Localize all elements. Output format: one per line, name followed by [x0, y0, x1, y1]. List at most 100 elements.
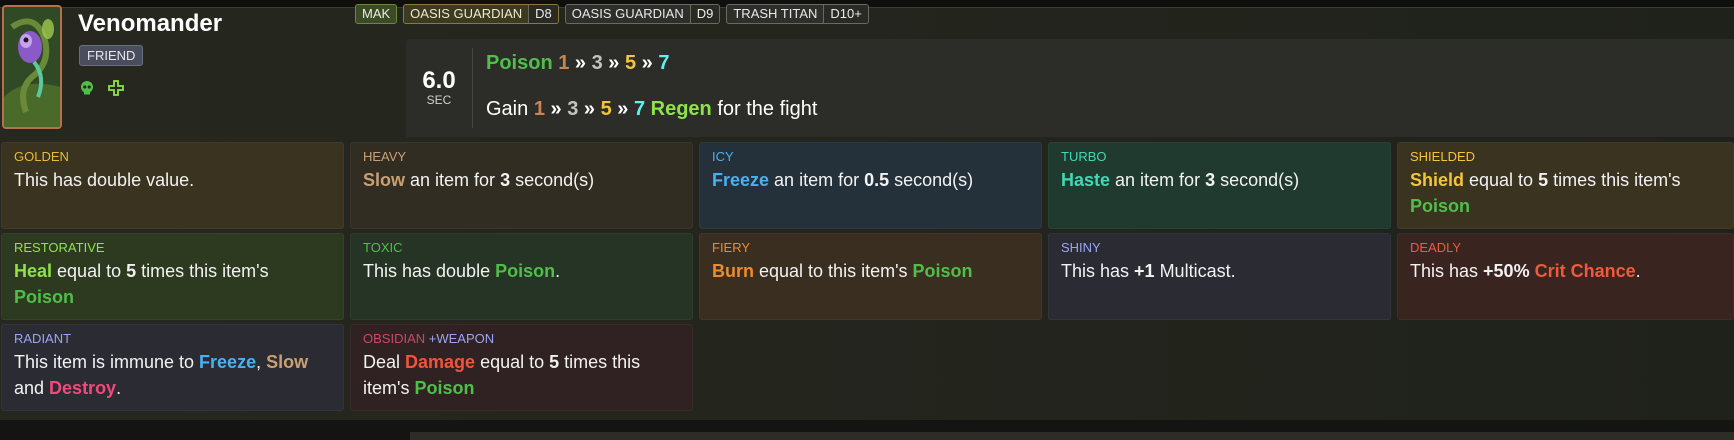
keyword-slow: Slow	[363, 170, 406, 190]
keyword-crit-chance: Crit Chance	[1534, 261, 1636, 281]
plus-icon	[108, 80, 124, 96]
text: equal to	[52, 261, 127, 281]
enchant-turbo: TURBO Haste an item for 3 second(s)	[1048, 142, 1391, 229]
venomander-art	[4, 7, 60, 127]
text: an item for	[769, 170, 865, 190]
enchant-golden: GOLDEN This has double value.	[1, 142, 344, 229]
tag-level: D9	[689, 5, 720, 23]
ability-prefix: Gain	[486, 98, 529, 120]
value: 5	[126, 261, 137, 281]
tag-label: OASIS GUARDIAN	[571, 6, 684, 21]
tier-sep: »	[574, 52, 587, 74]
keyword-poison: Poison	[912, 261, 973, 281]
keyword-shield: Shield	[1410, 170, 1465, 190]
tier-gold: 5	[600, 98, 612, 120]
tag-oasis-guardian-d8: OASIS GUARDIAN D8	[403, 4, 559, 24]
tier-silver: 3	[567, 98, 579, 120]
enchant-text: This has double Poison.	[363, 258, 682, 284]
item-portrait	[2, 5, 62, 129]
text: an item for	[1110, 170, 1206, 190]
enchant-text: Heal equal to 5 times this item's Poison	[14, 258, 333, 310]
text: times this item's	[1548, 170, 1681, 190]
tag-list: MAK OASIS GUARDIAN D8 OASIS GUARDIAN D9 …	[355, 4, 869, 24]
text: second(s)	[889, 170, 974, 190]
enchant-name: SHINY	[1061, 240, 1101, 255]
enchant-text: Freeze an item for 0.5 second(s)	[712, 167, 1031, 193]
item-name: Venomander	[78, 10, 223, 37]
scrollbar-thumb[interactable]	[410, 432, 1734, 440]
tier-bronze: 1	[558, 52, 570, 74]
enchant-deadly: DEADLY This has +50% Crit Chance.	[1397, 233, 1734, 320]
value: 3	[500, 170, 511, 190]
enchant-name-row: OBSIDIAN +WEAPON	[363, 331, 494, 346]
enchant-text: Shield equal to 5 times this item's Pois…	[1410, 167, 1723, 219]
keyword-freeze: Freeze	[712, 170, 770, 190]
keyword-destroy: Destroy	[49, 378, 117, 398]
tag-level: D8	[528, 5, 558, 23]
tier-sep: »	[617, 98, 629, 120]
text: Deal	[363, 352, 406, 372]
keyword-damage: Damage	[405, 352, 476, 372]
text: second(s)	[1215, 170, 1300, 190]
enchant-name: TURBO	[1061, 149, 1107, 164]
tier-gold: 5	[624, 52, 637, 74]
tier-sep: »	[550, 98, 562, 120]
text: times this item's	[136, 261, 269, 281]
enchant-shiny: SHINY This has +1 Multicast.	[1048, 233, 1391, 320]
text: equal to	[475, 352, 550, 372]
enchant-restorative: RESTORATIVE Heal equal to 5 times this i…	[1, 233, 344, 320]
friend-badge: FRIEND	[79, 45, 144, 66]
keyword-heal: Heal	[14, 261, 53, 281]
tier-silver: 3	[591, 52, 603, 74]
keyword-burn: Burn	[712, 261, 754, 281]
enchant-name: RESTORATIVE	[14, 240, 105, 255]
enchant-text: Burn equal to this item's Poison	[712, 258, 1031, 284]
ability-regen-line: Gain 1 » 3 » 5 » 7 Regen for the fight	[486, 98, 817, 121]
horizontal-scrollbar[interactable]	[0, 420, 1734, 440]
keyword-slow: Slow	[266, 352, 309, 372]
enchant-extra-tag: +WEAPON	[428, 331, 495, 346]
keyword-haste: Haste	[1061, 170, 1111, 190]
enchant-name: RADIANT	[14, 331, 72, 346]
tier-sep: »	[608, 52, 620, 74]
enchant-fiery: FIERY Burn equal to this item's Poison	[699, 233, 1042, 320]
enchant-text: This has +1 Multicast.	[1061, 258, 1380, 284]
text: second(s)	[510, 170, 595, 190]
keyword-poison: Poison	[1410, 196, 1471, 216]
enchant-name: TOXIC	[363, 240, 403, 255]
tier-diamond: 7	[633, 98, 646, 120]
tag-label: TRASH TITAN	[733, 6, 818, 21]
keyword-poison: Poison	[414, 378, 475, 398]
enchant-name: DEADLY	[1410, 240, 1462, 255]
cooldown-value: 6.0	[422, 67, 456, 94]
text: This has	[1061, 261, 1135, 281]
keyword-regen: Regen	[650, 98, 712, 120]
tier-sep: »	[583, 98, 595, 120]
cooldown-unit: SEC	[426, 93, 452, 107]
keyword-poison: Poison	[14, 287, 75, 307]
value: +1	[1134, 261, 1155, 281]
enchant-heavy: HEAVY Slow an item for 3 second(s)	[350, 142, 693, 229]
divider	[472, 48, 473, 128]
tier-diamond: 7	[658, 52, 670, 74]
enchant-text: Slow an item for 3 second(s)	[363, 167, 682, 193]
enchant-name: ICY	[712, 149, 734, 164]
tag-label: OASIS GUARDIAN	[410, 6, 523, 21]
text: ,	[256, 352, 267, 372]
tag-level: D10+	[823, 5, 868, 23]
keyword-freeze: Freeze	[199, 352, 257, 372]
value: 5	[1538, 170, 1549, 190]
value: 5	[549, 352, 560, 372]
text: equal to this item's	[754, 261, 913, 281]
ability-suffix: for the fight	[717, 98, 818, 120]
enchant-text: Deal Damage equal to 5 times this item's…	[363, 349, 682, 401]
tier-sep: »	[641, 52, 653, 74]
keyword-poison: Poison	[486, 52, 553, 74]
tier-bronze: 1	[533, 98, 545, 120]
enchant-name: HEAVY	[363, 149, 407, 164]
text: an item for	[405, 170, 501, 190]
enchant-shielded: SHIELDED Shield equal to 5 times this it…	[1397, 142, 1734, 229]
enchant-obsidian: OBSIDIAN +WEAPON Deal Damage equal to 5 …	[350, 324, 693, 411]
enchant-name: OBSIDIAN	[363, 331, 426, 346]
text: This item is immune to	[14, 352, 200, 372]
